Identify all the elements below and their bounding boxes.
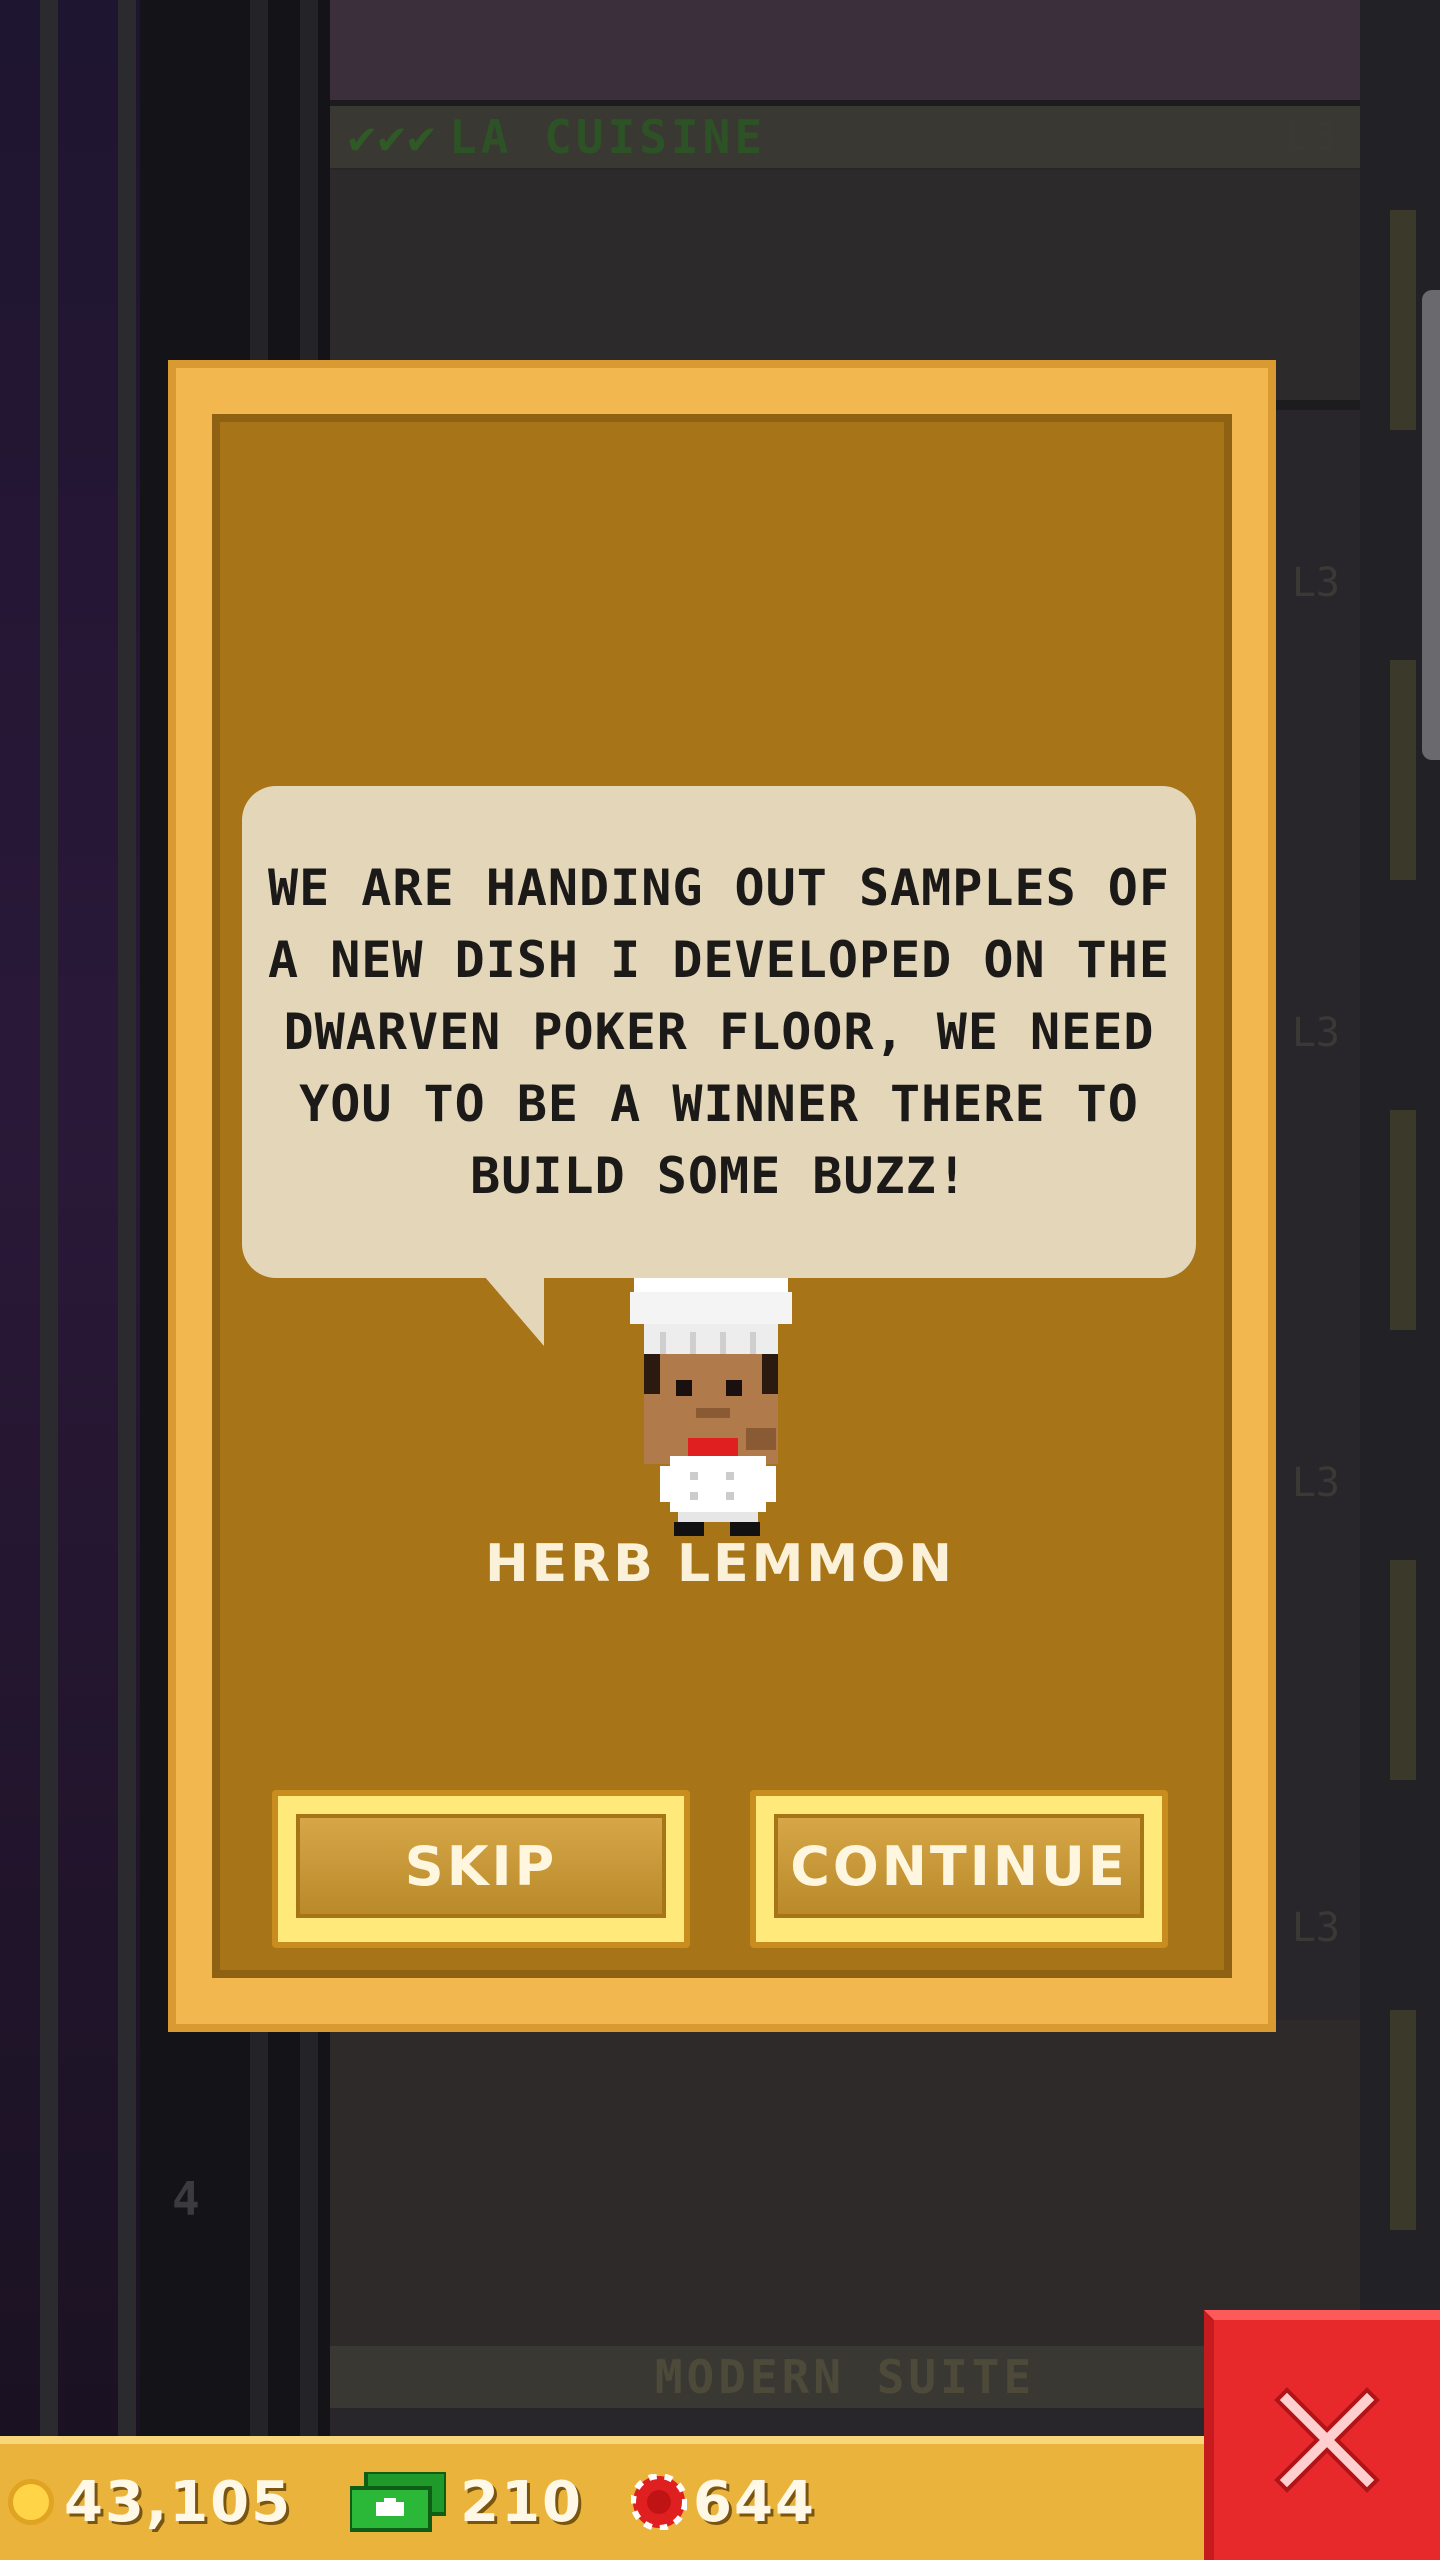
floor-level: L3 [1291,560,1340,606]
coin-counter[interactable]: 43,105 [0,2470,292,2535]
bux-counter[interactable]: 210 [320,2470,583,2535]
floor-name: LA CUISINE [449,110,767,164]
bux-cash-icon [350,2472,447,2532]
scrollbar-thumb[interactable] [1422,290,1440,760]
elevator-slot [1390,210,1416,430]
floor-banner-la-cuisine: ✔✔✔ LA CUISINE L3 [330,106,1360,168]
skip-button[interactable]: SKIP [272,1790,690,1948]
coin-value: 43,105 [64,2469,293,2535]
floor-modern-suite[interactable] [330,2020,1360,2360]
floor-name: MODERN SUITE [654,2350,1036,2404]
floor-level: L3 [1291,1010,1340,1056]
chef-avatar [630,1278,792,1536]
coin-icon [8,2479,54,2525]
floor-level: L3 [1291,1905,1340,1951]
chip-counter[interactable]: 644 [611,2470,816,2535]
speech-bubble-tail [484,1276,544,1346]
elevator-slot [1390,1110,1416,1330]
close-button[interactable] [1204,2310,1440,2560]
chip-value: 644 [693,2469,816,2535]
close-x-icon [1274,2387,1380,2493]
speech-bubble: WE ARE HANDING OUT SAMPLES OF A NEW DISH… [242,786,1196,1278]
floor-level: L3 [1283,114,1340,160]
continue-button-label: CONTINUE [774,1814,1144,1918]
floor-number: 4 [172,2172,200,2226]
floor-checks: ✔✔✔ [348,110,438,164]
skip-button-label: SKIP [296,1814,666,1918]
poker-chip-icon [631,2474,688,2530]
dialog-message: WE ARE HANDING OUT SAMPLES OF A NEW DISH… [268,859,1170,1205]
floor-level: L3 [1291,1460,1340,1506]
npc-name: HERB LEMMON [485,1534,955,1594]
floor-top [330,0,1360,110]
tower-edge-left [40,0,58,2440]
continue-button[interactable]: CONTINUE [750,1790,1168,1948]
elevator-slot [1390,660,1416,880]
resource-bar: 43,105 210 644 [0,2436,1204,2560]
tower-edge-inner [118,0,136,2440]
elevator-slot [1390,2010,1416,2230]
bux-value: 210 [460,2469,584,2535]
